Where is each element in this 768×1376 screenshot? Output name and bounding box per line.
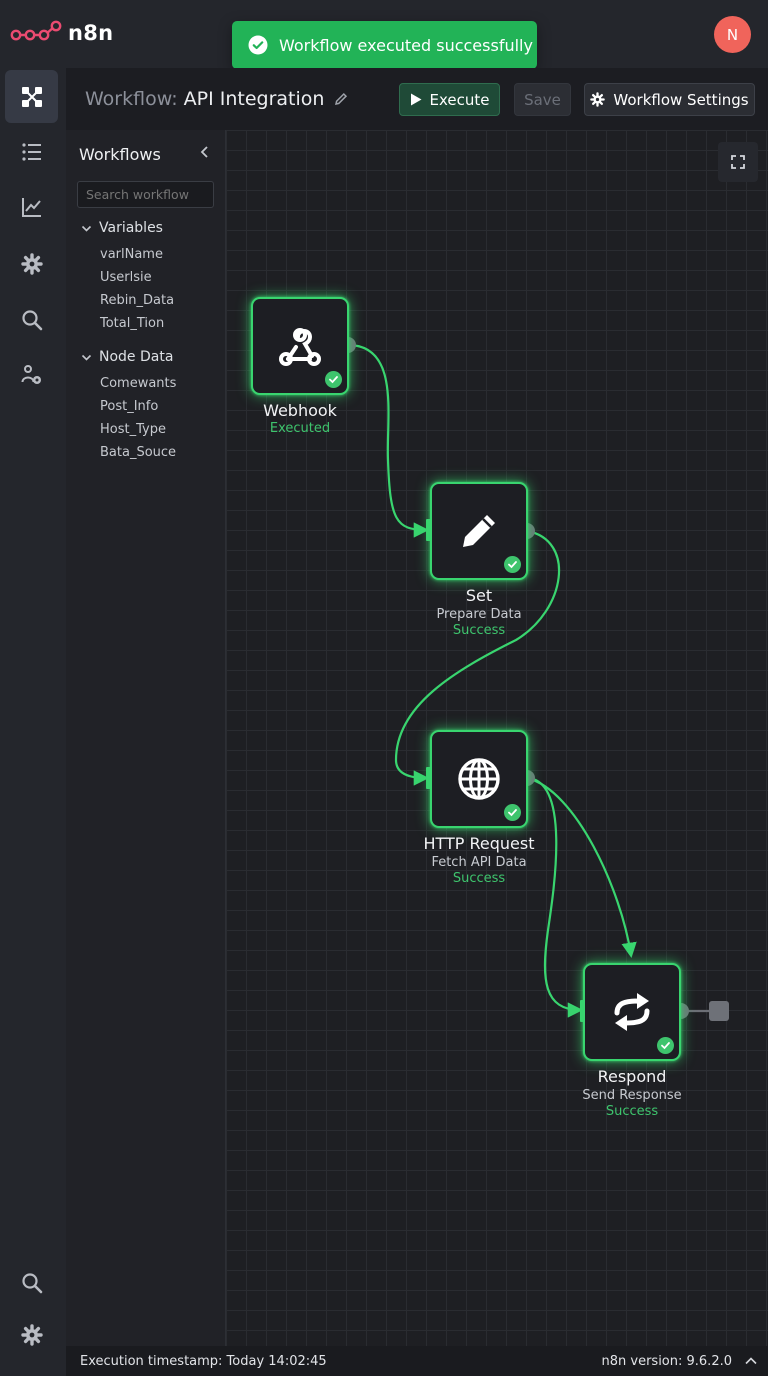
avatar-initial: N xyxy=(726,25,739,44)
chevron-down-icon xyxy=(81,354,92,361)
check-icon xyxy=(504,556,521,573)
panel-title: Workflows xyxy=(79,145,161,164)
node-webhook-label: Webhook Executed xyxy=(226,401,380,436)
success-toast[interactable]: Workflow executed successfully xyxy=(232,21,537,69)
list-item[interactable]: Userlsie xyxy=(100,270,152,285)
node-webhook[interactable] xyxy=(251,297,349,395)
node-status: Success xyxy=(452,623,506,638)
check-icon xyxy=(504,804,521,821)
node-name: Webhook xyxy=(263,401,337,420)
node-status: Success xyxy=(452,871,506,886)
list-item[interactable]: Total_Tion xyxy=(100,316,164,331)
group-node-data[interactable]: Node Data xyxy=(81,349,173,365)
search-icon xyxy=(21,309,42,330)
workflow-header: Workflow: API Integration Execute Save W… xyxy=(66,68,768,130)
check-circle-icon xyxy=(248,35,268,55)
node-name: HTTP Request xyxy=(423,834,535,853)
globe-icon xyxy=(458,758,500,800)
avatar[interactable]: N xyxy=(714,16,751,53)
check-icon xyxy=(325,371,342,388)
node-set[interactable] xyxy=(430,482,528,580)
node-respond[interactable] xyxy=(583,963,681,1061)
add-node-handle[interactable] xyxy=(709,1001,729,1021)
list-item[interactable]: Host_Type xyxy=(100,422,166,437)
node-respond-label: Respond Send Response Success xyxy=(552,1067,712,1119)
chevron-left-icon[interactable] xyxy=(197,144,213,160)
workflow-canvas[interactable]: Webhook Executed Set Prepare Data Succes… xyxy=(226,130,768,1346)
list-item[interactable]: Bata_Souce xyxy=(100,445,176,460)
workflows-panel: Workflows Variables varlName Userlsie Re… xyxy=(66,130,226,1346)
webhook-icon xyxy=(279,328,321,366)
rail-bottom-search[interactable] xyxy=(5,1256,58,1309)
user-settings-icon xyxy=(21,364,41,384)
node-name: Respond xyxy=(597,1067,667,1086)
execute-button-label: Execute xyxy=(429,90,490,109)
search-icon xyxy=(21,1272,42,1293)
node-subtitle: Prepare Data xyxy=(436,607,522,622)
node-status: Executed xyxy=(269,421,331,436)
icon-rail xyxy=(0,68,66,1376)
version-label: n8n version: 9.6.2.0 xyxy=(601,1354,733,1369)
swap-arrows-icon xyxy=(614,993,650,1031)
list-item[interactable]: Rebin_Data xyxy=(100,293,174,308)
node-subtitle: Send Response xyxy=(582,1088,682,1103)
node-name: Set xyxy=(465,586,493,605)
execution-timestamp: Execution timestamp: Today 14:02:45 xyxy=(80,1354,327,1369)
list-icon xyxy=(21,142,41,161)
save-button[interactable]: Save xyxy=(514,83,571,116)
pencil-icon xyxy=(463,515,495,547)
workflow-title: Workflow: API Integration xyxy=(85,88,348,110)
chevron-down-icon xyxy=(81,225,92,232)
rail-analytics[interactable] xyxy=(5,180,58,233)
status-footer: Execution timestamp: Today 14:02:45 n8n … xyxy=(66,1346,768,1376)
node-status: Success xyxy=(605,1104,659,1119)
check-icon xyxy=(657,1037,674,1054)
rail-bottom-settings[interactable] xyxy=(5,1308,58,1361)
play-icon xyxy=(410,93,421,106)
list-item[interactable]: Post_Info xyxy=(100,399,158,414)
rail-settings[interactable] xyxy=(5,237,58,290)
chevron-up-icon[interactable] xyxy=(744,1354,758,1368)
node-http-request[interactable] xyxy=(430,730,528,828)
gear-icon xyxy=(20,252,43,275)
top-bar: n8n Workflow executed successfully N xyxy=(0,0,768,69)
n8n-logo-icon xyxy=(10,20,62,41)
workflow-settings-label: Workflow Settings xyxy=(613,90,749,109)
rail-executions[interactable] xyxy=(5,125,58,178)
workflow-settings-button[interactable]: Workflow Settings xyxy=(584,83,755,116)
search-workflow-input[interactable] xyxy=(77,181,214,208)
execute-button[interactable]: Execute xyxy=(399,83,500,116)
list-item[interactable]: Comewants xyxy=(100,376,176,391)
group-label: Variables xyxy=(99,220,163,236)
list-item[interactable]: varlName xyxy=(100,247,163,262)
node-subtitle: Fetch API Data xyxy=(431,855,527,870)
workflow-name[interactable]: API Integration xyxy=(184,88,325,110)
pencil-icon[interactable] xyxy=(334,92,348,106)
workflow-title-prefix: Workflow: xyxy=(85,88,178,110)
gear-icon xyxy=(590,92,606,107)
save-button-label: Save xyxy=(524,90,561,109)
n8n-logo[interactable]: n8n xyxy=(10,20,113,46)
gear-icon xyxy=(20,1323,43,1346)
workflow-icon xyxy=(21,86,42,107)
toast-message: Workflow executed successfully xyxy=(279,35,533,55)
node-http-label: HTTP Request Fetch API Data Success xyxy=(399,834,559,886)
rail-workflows[interactable] xyxy=(5,70,58,123)
node-set-label: Set Prepare Data Success xyxy=(399,586,559,638)
rail-users[interactable] xyxy=(5,348,58,401)
rail-search[interactable] xyxy=(5,293,58,346)
group-label: Node Data xyxy=(99,349,174,365)
app-name: n8n xyxy=(68,21,114,45)
connection-webhook-set xyxy=(347,343,430,538)
chart-icon xyxy=(21,197,41,217)
group-variables[interactable]: Variables xyxy=(81,220,163,236)
